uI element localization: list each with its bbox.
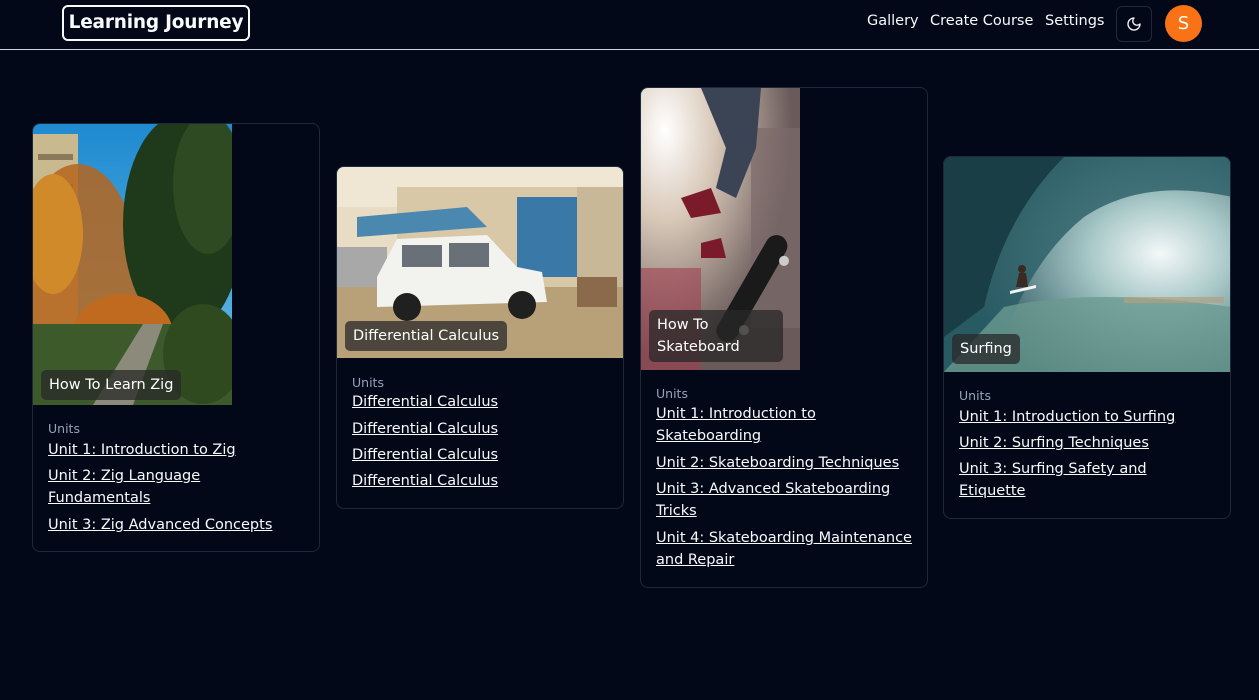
course-title: Surfing [952,334,1020,364]
unit-link[interactable]: Unit 3: Surfing Safety and Etiquette [959,458,1217,502]
user-avatar[interactable]: S [1165,5,1202,42]
moon-icon [1127,17,1141,31]
unit-link[interactable]: Unit 4: Skateboarding Maintenance and Re… [656,527,914,571]
unit-link[interactable]: Differential Calculus [352,470,610,492]
units-label: Units [959,388,991,403]
units-label: Units [656,386,688,401]
unit-link[interactable]: Unit 3: Advanced Skateboarding Tricks [656,478,914,522]
logo-link[interactable]: Learning Journey [62,5,250,41]
course-card-surfing: Surfing Units Unit 1: Introduction to Su… [943,156,1231,519]
unit-link[interactable]: Unit 2: Skateboarding Techniques [656,452,914,474]
units-label: Units [48,421,80,436]
unit-link[interactable]: Differential Calculus [352,444,610,466]
nav-settings-link[interactable]: Settings [1045,13,1104,29]
unit-link[interactable]: Unit 3: Zig Advanced Concepts [48,514,306,536]
nav-gallery-link[interactable]: Gallery [867,13,919,29]
unit-link[interactable]: Unit 1: Introduction to Surfing [959,406,1217,428]
course-image-calculus[interactable]: Differential Calculus [337,167,623,358]
nav-create-course-link[interactable]: Create Course [930,13,1033,29]
unit-link[interactable]: Differential Calculus [352,418,610,440]
unit-link[interactable]: Unit 2: Surfing Techniques [959,432,1217,454]
course-image-surfing[interactable]: Surfing [944,157,1230,372]
unit-link[interactable]: Unit 2: Zig Language Fundamentals [48,465,306,509]
course-card-zig: How To Learn Zig Units Unit 1: Introduct… [32,123,320,552]
course-title: Differential Calculus [345,321,508,351]
navbar: Learning Journey Gallery Create Course S… [0,0,1259,50]
unit-link[interactable]: Unit 1: Introduction to Zig [48,439,306,461]
course-image-skateboard[interactable]: How To Skateboard [641,88,800,370]
theme-toggle-button[interactable] [1116,6,1152,42]
autumn-trees-image [33,124,232,405]
unit-link[interactable]: Differential Calculus [352,391,610,413]
course-image-zig[interactable]: How To Learn Zig [33,124,232,405]
unit-link[interactable]: Unit 1: Introduction to Skateboarding [656,403,914,447]
course-title: How To Learn Zig [41,370,182,400]
course-card-skateboard: How To Skateboard Units Unit 1: Introduc… [640,87,928,588]
units-label: Units [352,375,384,390]
course-card-calculus: Differential Calculus Units Differential… [336,166,624,509]
course-title: How To Skateboard [649,310,783,362]
